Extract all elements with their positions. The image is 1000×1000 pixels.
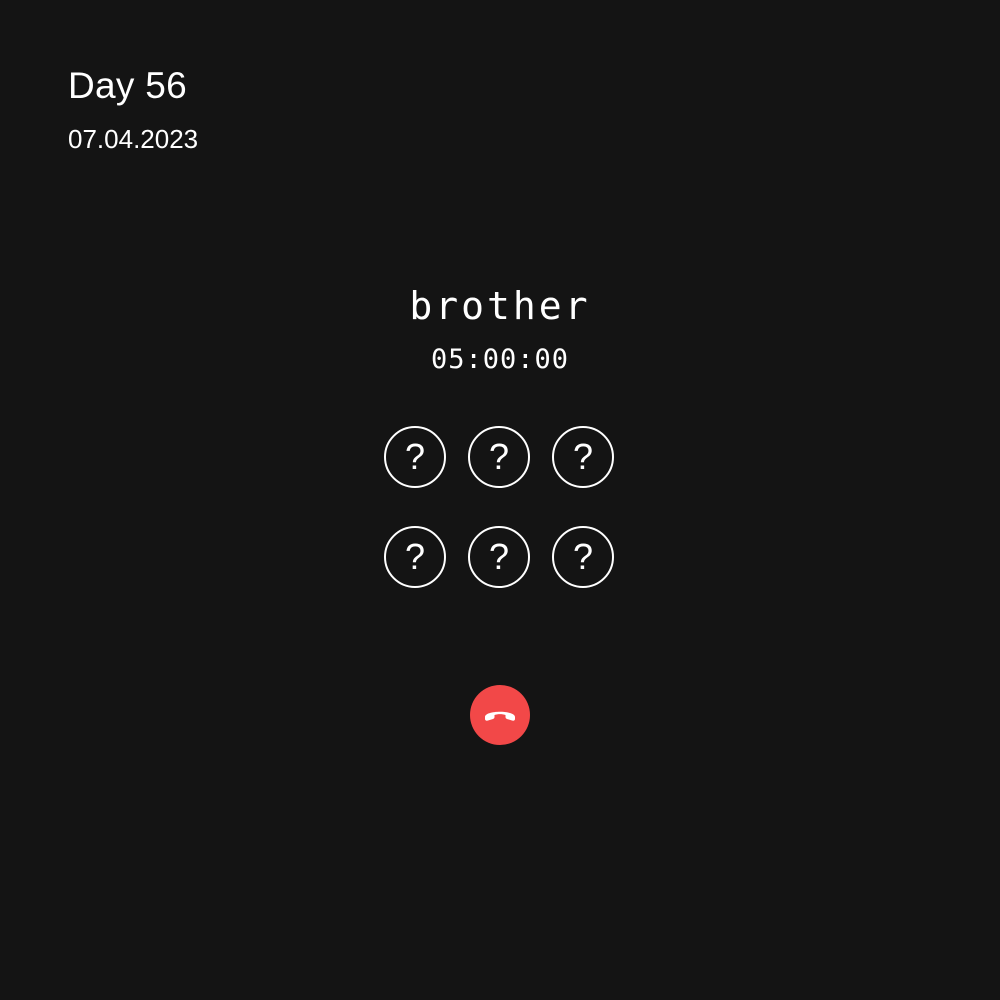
keypad-key-6[interactable]: ? <box>552 526 614 588</box>
keypad-key-5[interactable]: ? <box>468 526 530 588</box>
call-timer: 05:00:00 <box>430 344 570 375</box>
keypad-key-3[interactable]: ? <box>552 426 614 488</box>
day-title: Day 56 <box>68 65 188 106</box>
caller-name: brother <box>409 284 591 328</box>
keypad-key-1[interactable]: ? <box>384 426 446 488</box>
call-screen: Day 56 07.04.2023 brother 05:00:00 ? ? ?… <box>0 0 1000 1000</box>
keypad-key-2[interactable]: ? <box>468 426 530 488</box>
date-label: 07.04.2023 <box>68 124 199 154</box>
phone-hangup-icon <box>485 711 515 721</box>
keypad-key-4[interactable]: ? <box>384 526 446 588</box>
keypad: ? ? ? ? ? ? <box>384 426 616 588</box>
hangup-button[interactable] <box>470 685 530 745</box>
